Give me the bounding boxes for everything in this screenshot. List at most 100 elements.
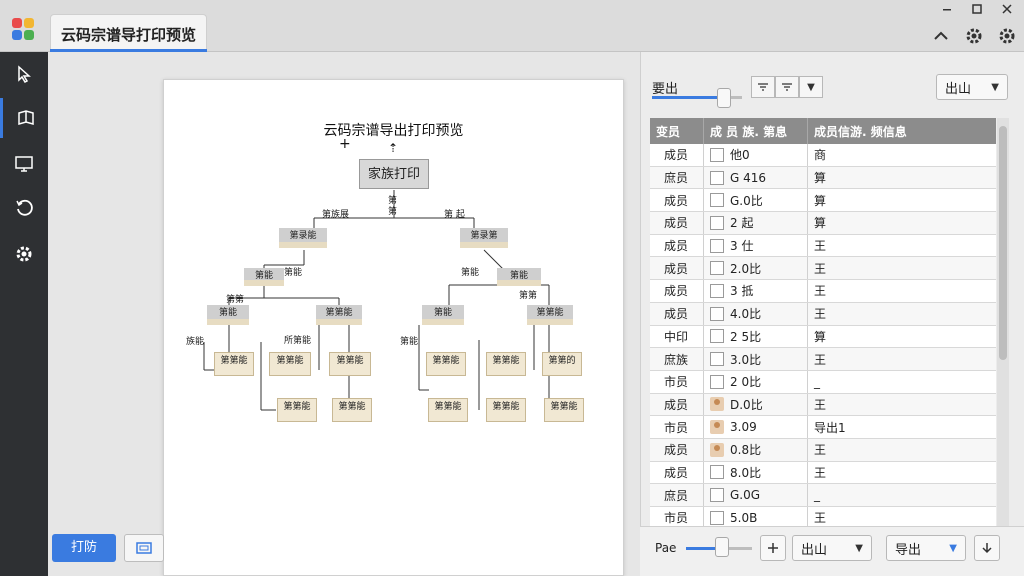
right-select[interactable]: 出山 ▼ xyxy=(936,74,1008,100)
export-slider-handle[interactable] xyxy=(717,88,731,108)
table-row[interactable]: 成员 4.0比 王 xyxy=(650,302,996,326)
cell-info: G.0比 xyxy=(704,189,808,212)
collapse-button[interactable] xyxy=(931,26,951,46)
table-row[interactable]: 成员 3 仕 王 xyxy=(650,234,996,258)
tree-node[interactable]: 第能 xyxy=(244,268,284,286)
tree-node[interactable]: 第录能 xyxy=(279,228,327,248)
gear-icon xyxy=(999,28,1015,44)
export-select[interactable]: 导出 ▼ xyxy=(886,535,966,561)
tree-root-node[interactable]: 家族打印 xyxy=(359,159,429,189)
sidebar-item-settings[interactable] xyxy=(0,234,48,274)
table-header: 变员 成 员 族. 第息 成员信游. 频信息 xyxy=(650,118,996,144)
tree-node[interactable]: 第第能 xyxy=(527,305,573,325)
column-header[interactable]: 变员 xyxy=(650,118,704,144)
table-row[interactable]: 成员 0.8比 王 xyxy=(650,438,996,462)
cell-detail: 算 xyxy=(814,216,827,231)
download-button[interactable] xyxy=(974,535,1000,561)
page-view-button[interactable] xyxy=(124,534,164,562)
tree-node[interactable]: 第第能 xyxy=(316,305,362,325)
tab-print-preview[interactable]: 云码宗谱导打印预览 xyxy=(50,14,207,52)
cell-info-text: 3 仕 xyxy=(730,239,754,254)
cell-info: D.0比 xyxy=(704,393,808,416)
print-button[interactable]: 打防 xyxy=(52,534,116,562)
table-row[interactable]: 成员 2 起 算 xyxy=(650,212,996,235)
tree-node[interactable]: 第录第 xyxy=(460,228,508,248)
row-checkbox[interactable] xyxy=(710,352,724,367)
tree-node[interactable]: 第能 xyxy=(497,268,541,286)
row-checkbox[interactable] xyxy=(710,488,724,503)
row-checkbox[interactable] xyxy=(710,238,724,253)
row-checkbox[interactable] xyxy=(710,170,724,185)
bottom-select-1[interactable]: 出山 ▼ xyxy=(792,535,872,561)
filter-button[interactable] xyxy=(775,76,799,98)
scrollbar-thumb[interactable] xyxy=(999,126,1007,360)
table-row[interactable]: 市员 3.09 导出1 xyxy=(650,416,996,439)
cell-info: 0.8比 xyxy=(704,438,808,461)
root-caption-2: 第 xyxy=(388,207,398,217)
row-checkbox[interactable] xyxy=(710,147,724,162)
row-checkbox[interactable] xyxy=(710,329,724,344)
maximize-icon xyxy=(972,4,982,14)
column-header[interactable]: 成员信游. 频信息 xyxy=(808,118,996,144)
row-checkbox[interactable] xyxy=(710,283,724,298)
cell-info: G 416 xyxy=(704,166,808,189)
filter-dropdown-button[interactable]: ▼ xyxy=(799,76,823,98)
align-button[interactable] xyxy=(751,76,775,98)
tree-node[interactable]: 第能 xyxy=(207,305,249,325)
cell-info-text: 0.8比 xyxy=(730,443,762,458)
table-row[interactable]: 市员 2 0比 _ xyxy=(650,370,996,394)
tree-node[interactable]: 第能 xyxy=(422,305,464,325)
table-row[interactable]: 成员 D.0比 王 xyxy=(650,393,996,417)
cell-role: 庶员 xyxy=(650,166,704,189)
column-header[interactable]: 成 员 族. 第息 xyxy=(704,118,808,144)
cell-info: 3.09 xyxy=(704,416,808,438)
tree-leaf[interactable]: 第第能 xyxy=(544,398,584,422)
table-row[interactable]: 成员 G.0比 算 xyxy=(650,189,996,213)
row-checkbox[interactable] xyxy=(710,465,724,480)
row-checkbox[interactable] xyxy=(710,193,724,208)
cell-info-text: 3.09 xyxy=(730,420,757,435)
tree-leaf[interactable]: 第第能 xyxy=(269,352,311,376)
family-tree: + ⇡ xyxy=(203,136,550,411)
table-row[interactable]: 成员 8.0比 王 xyxy=(650,461,996,485)
add-page-button[interactable] xyxy=(760,535,786,561)
sidebar-item-book[interactable] xyxy=(0,98,48,138)
tree-leaf[interactable]: 第第的 xyxy=(542,352,582,376)
row-checkbox[interactable] xyxy=(710,510,724,525)
table-row[interactable]: 庶族 3.0比 王 xyxy=(650,348,996,371)
tree-leaf[interactable]: 第第能 xyxy=(332,398,372,422)
tree-leaf[interactable]: 第第能 xyxy=(277,398,317,422)
members-table: 变员 成 员 族. 第息 成员信游. 频信息 成员 他0 商庶员 G 416 算成员 G.… xyxy=(650,118,996,553)
settings-button[interactable] xyxy=(964,26,984,46)
tree-leaf[interactable]: 第第能 xyxy=(486,352,526,376)
cell-role: 成员 xyxy=(650,257,704,280)
cell-role: 市员 xyxy=(650,416,704,438)
table-row[interactable]: 庶员 G.0G _ xyxy=(650,484,996,507)
cell-info: 2.0比 xyxy=(704,257,808,280)
tree-leaf[interactable]: 第第能 xyxy=(214,352,254,376)
tree-leaf[interactable]: 第第能 xyxy=(329,352,371,376)
table-row[interactable]: 中印 2 5比 算 xyxy=(650,325,996,349)
page-slider-handle[interactable] xyxy=(715,537,730,557)
table-row[interactable]: 庶员 G 416 算 xyxy=(650,166,996,190)
tree-leaf[interactable]: 第第能 xyxy=(428,398,468,422)
row-checkbox[interactable] xyxy=(710,215,724,230)
row-checkbox[interactable] xyxy=(710,306,724,321)
cell-detail: 算 xyxy=(814,329,827,344)
tree-leaf[interactable]: 第第能 xyxy=(486,398,526,422)
row-checkbox[interactable] xyxy=(710,261,724,276)
cell-role: 成员 xyxy=(650,302,704,325)
sidebar-item-monitor[interactable] xyxy=(0,144,48,184)
row-checkbox[interactable] xyxy=(710,374,724,389)
sidebar-item-history[interactable] xyxy=(0,188,48,228)
settings-alt-button[interactable] xyxy=(997,26,1017,46)
tree-leaf[interactable]: 第第能 xyxy=(426,352,466,376)
table-row[interactable]: 成员 3 抵 王 xyxy=(650,280,996,303)
close-button[interactable] xyxy=(1000,2,1014,16)
table-row[interactable]: 成员 2.0比 王 xyxy=(650,257,996,281)
chevron-down-icon: ▼ xyxy=(991,81,999,93)
sidebar-item-select[interactable] xyxy=(0,54,48,94)
table-row[interactable]: 成员 他0 商 xyxy=(650,144,996,167)
maximize-button[interactable] xyxy=(970,2,984,16)
minimize-button[interactable] xyxy=(940,2,954,16)
